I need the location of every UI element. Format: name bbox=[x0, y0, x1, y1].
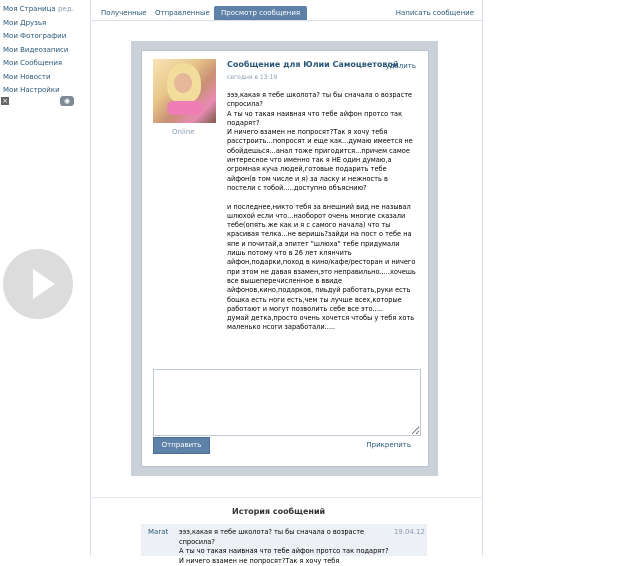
nav-friends[interactable]: Мои Друзья bbox=[3, 17, 68, 31]
nav-photos[interactable]: Мои Фотографии bbox=[3, 30, 68, 44]
attach-link[interactable]: Прикрепить bbox=[366, 441, 411, 449]
reply-textarea[interactable] bbox=[153, 369, 421, 436]
tab-view-message[interactable]: Просмотр сообщения bbox=[214, 6, 308, 20]
nav-settings[interactable]: Мои Настройки bbox=[3, 84, 68, 98]
history-row: Marat эээ,какая я тебе школота? ты бы сн… bbox=[141, 524, 427, 565]
left-nav: Моя Страница ред. Мои Друзья Мои Фотогра… bbox=[3, 3, 74, 98]
video-play-button[interactable] bbox=[3, 249, 73, 319]
close-icon[interactable]: × bbox=[1, 97, 9, 105]
content-divider-right bbox=[482, 0, 483, 556]
avatar[interactable] bbox=[153, 59, 216, 123]
message-card: Online Сообщение для Юлии Самоцветовой у… bbox=[141, 50, 429, 467]
history-title: История сообщений bbox=[232, 507, 326, 516]
tab-inbox[interactable]: Полученные bbox=[101, 6, 147, 20]
message-title[interactable]: Сообщение для Юлии Самоцветовой bbox=[227, 60, 399, 69]
online-status: Online bbox=[172, 128, 195, 136]
nav-news[interactable]: Мои Новости bbox=[3, 71, 68, 85]
watermark-text: YAPLAKAL.COM bbox=[538, 531, 614, 540]
widget-icon[interactable]: ◉ bbox=[60, 96, 74, 106]
nav-edit-link[interactable]: ред. bbox=[58, 3, 74, 17]
nav-messages[interactable]: Мои Сообщения bbox=[3, 57, 68, 71]
nav-videos[interactable]: Мои Видеозаписи bbox=[3, 44, 68, 58]
message-body: эээ,какая я тебе школота? ты бы сначала … bbox=[227, 91, 416, 332]
tab-sent[interactable]: Отправленные bbox=[155, 6, 210, 20]
message-time: сегодня в 13:19 bbox=[227, 74, 278, 81]
delete-link[interactable]: удалить bbox=[386, 62, 417, 70]
history-divider bbox=[90, 497, 482, 498]
send-button[interactable]: Отправить bbox=[153, 437, 210, 454]
message-tabs: Полученные Отправленные Просмотр сообщен… bbox=[90, 4, 482, 21]
history-author[interactable]: Marat bbox=[148, 528, 168, 536]
write-message-link[interactable]: Написать сообщение bbox=[396, 6, 474, 20]
history-date: 19.04.12 bbox=[393, 528, 425, 536]
content-divider-left bbox=[90, 0, 91, 556]
play-icon bbox=[33, 269, 55, 299]
history-text: эээ,какая я тебе школота? ты бы сначала … bbox=[179, 528, 389, 565]
